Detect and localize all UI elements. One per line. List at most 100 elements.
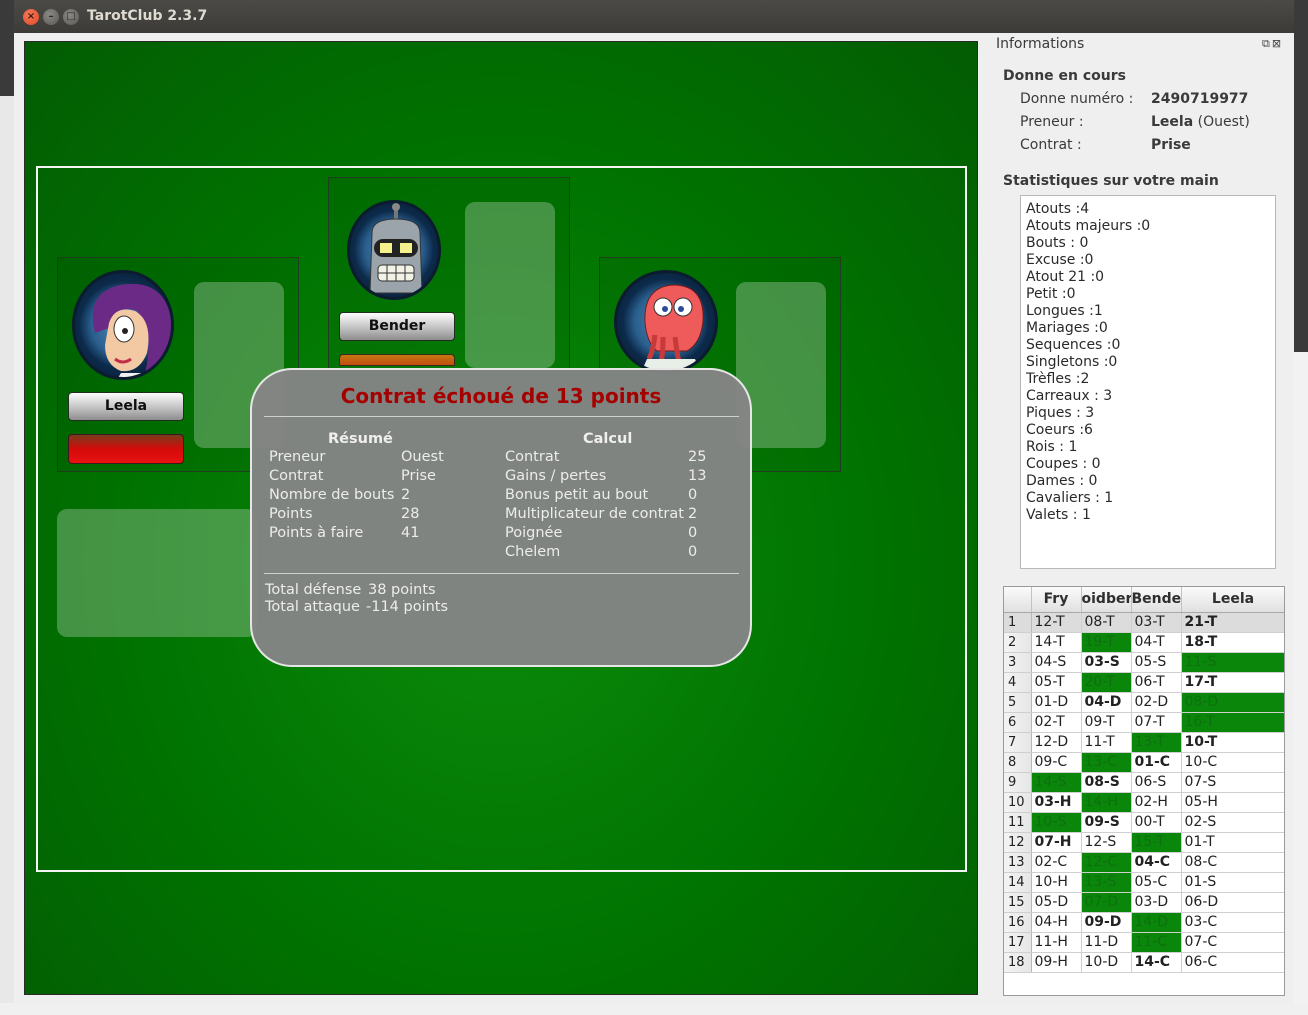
table-cell[interactable]: 13-C [1081, 752, 1132, 773]
table-cell[interactable]: 03-S [1081, 652, 1132, 673]
row-number[interactable]: 13 [1004, 852, 1032, 873]
table-cell[interactable]: 11-C [1131, 932, 1182, 953]
row-number[interactable]: 14 [1004, 872, 1032, 893]
table-cell[interactable]: 05-T [1031, 672, 1082, 693]
column-header-leela[interactable]: Leela [1181, 587, 1284, 613]
table-row[interactable]: 1 12-T 08-T 03-T 21-T [1004, 612, 1284, 633]
table-cell[interactable]: 01-S [1181, 872, 1284, 893]
row-number[interactable]: 10 [1004, 792, 1032, 813]
table-cell[interactable]: 08-S [1081, 772, 1132, 793]
table-cell[interactable]: 14-D [1131, 912, 1182, 933]
table-row[interactable]: 10 03-H 14-H 02-H 05-H [1004, 792, 1284, 813]
table-cell[interactable]: 04-T [1131, 632, 1182, 653]
close-panel-icon[interactable]: ⊠ [1272, 37, 1283, 50]
table-cell[interactable]: 05-C [1131, 872, 1182, 893]
table-row[interactable]: 16 04-H 09-D 14-D 03-C [1004, 912, 1284, 933]
table-cell[interactable]: 12-C [1081, 852, 1132, 873]
row-number[interactable]: 8 [1004, 752, 1032, 773]
table-cell[interactable]: 00-T [1131, 812, 1182, 833]
table-cell[interactable]: 01-C [1131, 752, 1182, 773]
table-cell[interactable]: 13-S [1081, 872, 1132, 893]
table-cell[interactable]: 12-D [1031, 732, 1082, 753]
table-cell[interactable]: 09-D [1081, 912, 1132, 933]
table-cell[interactable]: 10-C [1181, 752, 1284, 773]
table-row[interactable]: 9 14-S 08-S 06-S 07-S [1004, 772, 1284, 793]
table-cell[interactable]: 06-D [1181, 892, 1284, 913]
table-cell[interactable]: 07-H [1031, 832, 1082, 853]
table-row[interactable]: 18 09-H 10-D 14-C 06-C [1004, 952, 1284, 973]
column-header-zoidberg[interactable]: oidber [1081, 587, 1132, 613]
row-number[interactable]: 3 [1004, 652, 1032, 673]
row-number[interactable]: 11 [1004, 812, 1032, 833]
table-row[interactable]: 13 02-C 12-C 04-C 08-C [1004, 852, 1284, 873]
table-cell[interactable]: 14-C [1131, 952, 1182, 973]
row-number[interactable]: 5 [1004, 692, 1032, 713]
table-cell[interactable]: 11-S [1181, 652, 1284, 673]
row-number[interactable]: 2 [1004, 632, 1032, 653]
table-cell[interactable]: 11-D [1081, 932, 1132, 953]
row-number[interactable]: 15 [1004, 892, 1032, 913]
table-cell[interactable]: 04-S [1031, 652, 1082, 673]
table-cell[interactable]: 13-T [1131, 732, 1182, 753]
table-cell[interactable]: 02-S [1181, 812, 1284, 833]
table-cell[interactable]: 04-H [1031, 912, 1082, 933]
table-cell[interactable]: 07-T [1131, 712, 1182, 733]
table-cell[interactable]: 02-C [1031, 852, 1082, 873]
row-number[interactable]: 6 [1004, 712, 1032, 733]
table-row[interactable]: 7 12-D 11-T 13-T 10-T [1004, 732, 1284, 753]
table-cell[interactable]: 05-H [1181, 792, 1284, 813]
column-header-bender[interactable]: Bende [1131, 587, 1182, 613]
hand-stats-box[interactable]: Atouts :4 Atouts majeurs :0 Bouts : 0 Ex… [1020, 195, 1276, 569]
table-cell[interactable]: 15-T [1131, 832, 1182, 853]
table-cell[interactable]: 21-T [1181, 612, 1284, 633]
table-cell[interactable]: 03-H [1031, 792, 1082, 813]
table-cell[interactable]: 09-H [1031, 952, 1082, 973]
table-cell[interactable]: 14-T [1031, 632, 1082, 653]
table-cell[interactable]: 16-T [1181, 712, 1284, 733]
table-cell[interactable]: 12-T [1031, 612, 1082, 633]
table-row[interactable]: 5 01-D 04-D 02-D 08-D [1004, 692, 1284, 713]
table-row[interactable]: 2 14-T 19-T 04-T 18-T [1004, 632, 1284, 653]
table-row[interactable]: 6 02-T 09-T 07-T 16-T [1004, 712, 1284, 733]
float-panel-icon[interactable]: ⧉ [1262, 37, 1272, 50]
table-cell[interactable]: 09-T [1081, 712, 1132, 733]
table-cell[interactable]: 09-S [1081, 812, 1132, 833]
table-cell[interactable]: 05-S [1131, 652, 1182, 673]
table-cell[interactable]: 04-D [1081, 692, 1132, 713]
table-cell[interactable]: 04-C [1131, 852, 1182, 873]
table-row[interactable]: 11 10-S 09-S 00-T 02-S [1004, 812, 1284, 833]
table-cell[interactable]: 08-D [1181, 692, 1284, 713]
table-cell[interactable]: 18-T [1181, 632, 1284, 653]
table-row[interactable]: 3 04-S 03-S 05-S 11-S [1004, 652, 1284, 673]
table-cell[interactable]: 03-C [1181, 912, 1284, 933]
table-cell[interactable]: 10-D [1081, 952, 1132, 973]
table-cell[interactable]: 08-C [1181, 852, 1284, 873]
table-cell[interactable]: 10-H [1031, 872, 1082, 893]
table-cell[interactable]: 07-D [1081, 892, 1132, 913]
table-cell[interactable]: 05-D [1031, 892, 1082, 913]
table-cell[interactable]: 14-H [1081, 792, 1132, 813]
table-cell[interactable]: 03-D [1131, 892, 1182, 913]
row-number[interactable]: 18 [1004, 952, 1032, 973]
row-number[interactable]: 16 [1004, 912, 1032, 933]
table-cell[interactable]: 20-T [1081, 672, 1132, 693]
table-cell[interactable]: 02-T [1031, 712, 1082, 733]
close-window-button[interactable]: × [23, 9, 39, 25]
table-cell[interactable]: 11-T [1081, 732, 1132, 753]
table-cell[interactable]: 03-T [1131, 612, 1182, 633]
table-cell[interactable]: 10-T [1181, 732, 1284, 753]
table-cell[interactable]: 08-T [1081, 612, 1132, 633]
row-number[interactable]: 12 [1004, 832, 1032, 853]
table-row[interactable]: 15 05-D 07-D 03-D 06-D [1004, 892, 1284, 913]
table-cell[interactable]: 01-D [1031, 692, 1082, 713]
row-number[interactable]: 4 [1004, 672, 1032, 693]
table-cell[interactable]: 01-T [1181, 832, 1284, 853]
table-row[interactable]: 8 09-C 13-C 01-C 10-C [1004, 752, 1284, 773]
row-number[interactable]: 7 [1004, 732, 1032, 753]
table-row[interactable]: 14 10-H 13-S 05-C 01-S [1004, 872, 1284, 893]
table-cell[interactable]: 12-S [1081, 832, 1132, 853]
table-cell[interactable]: 11-H [1031, 932, 1082, 953]
table-cell[interactable]: 02-D [1131, 692, 1182, 713]
table-cell[interactable]: 19-T [1081, 632, 1132, 653]
tricks-table[interactable]: Fry oidber Bende Leela 1 12-T 08-T 03-T 21-T… [1003, 586, 1285, 996]
